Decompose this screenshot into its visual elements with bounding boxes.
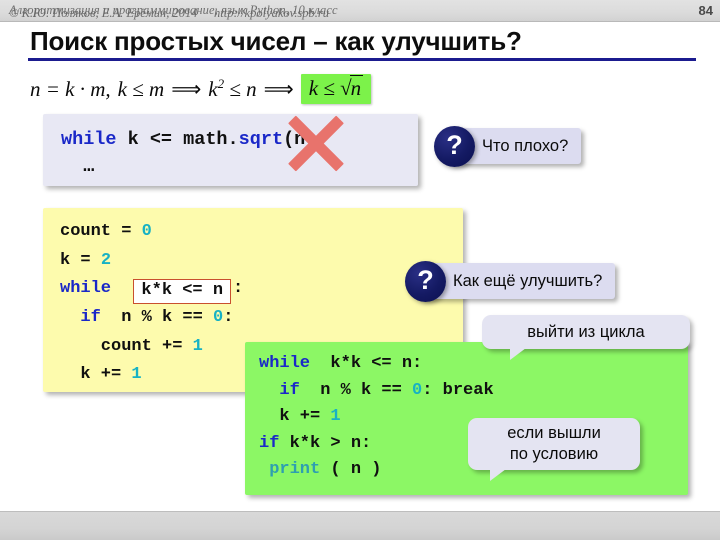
note-by-condition-line2: по условию (509, 445, 599, 463)
code-line: count = 0 (60, 222, 152, 241)
question-mark-icon: ? (405, 260, 446, 302)
note-exit-loop-label: выйти из цикла (527, 322, 645, 341)
note-by-condition: если вышли по условию (468, 418, 640, 481)
slide-number: 84 (698, 3, 713, 18)
slide: Алгоритмизация и программирование, язык … (0, 0, 720, 540)
note-by-condition-line1: если вышли (507, 424, 601, 442)
bubble-tail (490, 469, 506, 481)
callout-how-to-improve: ? Как ещё улучшить? (405, 260, 616, 302)
formula-arrow2: ⟹ (263, 76, 294, 101)
code-line: … (61, 156, 95, 177)
code-line: if n % k == 0: (60, 308, 234, 327)
note-exit-loop: выйти из цикла (482, 315, 690, 360)
callout-what-is-bad: ? Что плохо? (434, 125, 582, 167)
formula-part2: k ≤ m (117, 76, 165, 101)
code-line: while k <= math.sqrt(n): (61, 129, 328, 150)
title-underline (28, 58, 696, 61)
formula-part3: k2 ≤ n (208, 76, 257, 101)
code-line: k = 2 (60, 250, 112, 270)
bubble-tail (510, 348, 526, 360)
footer-copyright: © К.Ю. Поляков, Е.А. Ерёмин, 2014 (9, 6, 198, 20)
code-line: while k*k <= n: (60, 275, 463, 304)
formula-highlighted-result: k ≤ √n (300, 74, 372, 104)
code-line: while k*k <= n: (259, 354, 423, 373)
code-block-sqrt-version: while k <= math.sqrt(n): … (43, 114, 418, 186)
footer-url[interactable]: http://kpolyakov.spb.ru (214, 6, 329, 21)
page-title: Поиск простых чисел – как улучшить? (30, 26, 522, 56)
question-mark-icon: ? (434, 125, 475, 167)
callout-how-to-improve-label: Как ещё улучшить? (420, 263, 616, 299)
math-formula: n = k · m, k ≤ m ⟹ k2 ≤ n ⟹ k ≤ √n (30, 70, 378, 108)
code-line: if n % k == 0: break (259, 380, 494, 400)
formula-part1: n = k · m, (30, 76, 111, 101)
highlighted-condition-box: k*k <= n (133, 279, 232, 304)
formula-arrow1: ⟹ (171, 76, 202, 101)
footer-bar (0, 511, 720, 540)
